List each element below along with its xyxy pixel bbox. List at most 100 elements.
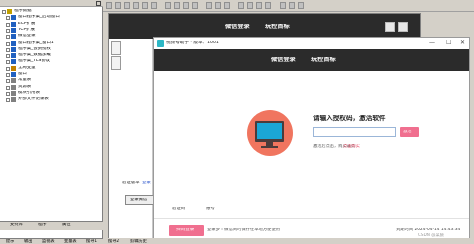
- tree-item[interactable]: 窗口: [6, 72, 100, 78]
- tree-item[interactable]: 资源表: [6, 84, 100, 91]
- tree-item[interactable]: ECP扩展: [6, 21, 100, 28]
- auth-code-input[interactable]: [313, 127, 396, 137]
- expand-icon[interactable]: [6, 79, 10, 84]
- toolbar-button[interactable]: [115, 2, 121, 9]
- toolbar-button[interactable]: [280, 2, 286, 9]
- designer-nav-wechat-login[interactable]: 微信登录: [225, 24, 250, 30]
- tab-support-lib[interactable]: 支持库: [10, 223, 23, 229]
- app-window: 视频号助手 · 版本：1001 — ☐ ✕ 微信登录 玩控首标 请输入授权码，激…: [153, 37, 470, 241]
- toolbar-button[interactable]: [142, 2, 148, 9]
- module-icon: [11, 90, 16, 96]
- tree-item[interactable]: 模块引用表: [6, 90, 100, 97]
- expand-icon[interactable]: [6, 41, 10, 46]
- minimize-icon[interactable]: —: [429, 40, 435, 46]
- tree-item-label: ECP扩展: [18, 21, 36, 26]
- side-tab[interactable]: [111, 41, 121, 55]
- tree-item[interactable]: 窗口程序集_窗口1: [6, 40, 100, 47]
- tree-item[interactable]: 程序集_数据加载: [6, 53, 100, 59]
- expand-icon[interactable]: [6, 91, 10, 96]
- tab-output[interactable]: 输出: [24, 239, 32, 243]
- module-icon: [7, 9, 12, 14]
- login-link[interactable]: 登录: [142, 181, 151, 185]
- tree-item-label: 资源表: [18, 84, 32, 89]
- expand-icon[interactable]: [6, 85, 10, 90]
- login-description: 登录多个微信同时保存在本地方便使用: [207, 228, 281, 232]
- toolbar-button[interactable]: [151, 2, 157, 9]
- tree-item[interactable]: 微信登录: [6, 34, 100, 40]
- tab-watch[interactable]: 监视表: [42, 239, 55, 243]
- expand-icon[interactable]: [6, 47, 10, 52]
- toolbar-button[interactable]: [215, 2, 221, 9]
- module-icon: [11, 84, 16, 90]
- expand-icon[interactable]: [6, 73, 10, 77]
- toolbar-button[interactable]: [133, 2, 139, 9]
- expand-icon[interactable]: [6, 35, 10, 40]
- tree-panel-titlebar: [0, 0, 103, 7]
- expand-icon[interactable]: [6, 28, 10, 33]
- toolbar-button[interactable]: [192, 2, 198, 9]
- tree-item[interactable]: 程序集_TLS协议: [6, 59, 100, 65]
- tree-item[interactable]: 全局变量: [6, 65, 100, 72]
- toolbar-button[interactable]: [174, 2, 180, 9]
- expand-icon[interactable]: [6, 16, 10, 21]
- tree-item-label: 常量表: [18, 78, 32, 83]
- gear-icon[interactable]: [385, 22, 395, 32]
- module-icon: [11, 21, 16, 27]
- activate-button-label: 激活: [403, 130, 412, 134]
- toolbar-button[interactable]: [298, 2, 304, 9]
- monitor-screen: [257, 123, 282, 139]
- module-icon: [11, 53, 16, 59]
- toolbar-button[interactable]: [165, 2, 171, 9]
- toolbar-button[interactable]: [256, 2, 262, 9]
- side-tab[interactable]: [111, 56, 121, 70]
- nav-tab2[interactable]: 玩控首标: [311, 57, 336, 63]
- expand-icon[interactable]: [6, 98, 10, 103]
- app-icon: [157, 40, 164, 47]
- tree-item-label: 程序集_数据加载: [18, 53, 51, 58]
- tab-search1[interactable]: 搜寻1: [86, 239, 97, 243]
- tree-item[interactable]: TCP扩展: [6, 27, 100, 34]
- close-icon[interactable]: [96, 1, 101, 6]
- tree-item-label: 全局变量: [18, 65, 36, 70]
- toolbar-button[interactable]: [289, 2, 295, 9]
- expand-icon[interactable]: [6, 66, 10, 71]
- tree-item[interactable]: 程序集_会员授权: [6, 46, 100, 53]
- login-wechat-button-label: 登录微信: [130, 198, 148, 202]
- designer-nav-tab2[interactable]: 玩控首标: [265, 24, 290, 30]
- toolbar-button[interactable]: [265, 2, 271, 9]
- toolbar-button[interactable]: [206, 2, 212, 9]
- expand-icon[interactable]: [6, 60, 10, 65]
- maximize-icon[interactable]: ☐: [446, 40, 451, 46]
- monitor-base: [261, 146, 278, 148]
- scan-login-button-label: 扫码登录: [176, 228, 195, 232]
- toolbar-button[interactable]: [106, 2, 112, 9]
- toolbar-button[interactable]: [124, 2, 130, 9]
- divider: [154, 218, 469, 219]
- nav-wechat-login[interactable]: 微信登录: [271, 57, 296, 63]
- expand-icon[interactable]: [6, 22, 10, 27]
- expand-icon[interactable]: [2, 10, 6, 14]
- toolbar-button[interactable]: [224, 2, 230, 9]
- tree-item-label: 窗口: [18, 72, 27, 76]
- tab-clip-history[interactable]: 剪辑历史: [130, 239, 147, 243]
- tab-hint[interactable]: 提示: [6, 239, 14, 243]
- toolbar-button[interactable]: [238, 2, 244, 9]
- module-icon: [11, 65, 16, 71]
- module-icon: [11, 15, 16, 21]
- tab-search2[interactable]: 搜寻2: [108, 239, 119, 243]
- tab-vars[interactable]: 变量表: [64, 239, 77, 243]
- tree-item[interactable]: 窗口程序集_启动窗口: [6, 15, 100, 21]
- module-icon: [11, 46, 16, 52]
- module-icon: [11, 72, 16, 77]
- tab-properties[interactable]: 属性: [62, 223, 71, 229]
- toolbar-button[interactable]: [247, 2, 253, 9]
- close-icon[interactable]: ✕: [460, 40, 465, 46]
- tab-program[interactable]: 程序: [38, 223, 47, 229]
- tree-item[interactable]: 外部文件记录表: [6, 97, 100, 103]
- tree-item[interactable]: 常量表: [6, 78, 100, 84]
- buy-link[interactable]: 点击购买: [343, 144, 360, 148]
- expand-icon[interactable]: [6, 54, 10, 59]
- toolbar-button[interactable]: [183, 2, 189, 9]
- lock-icon[interactable]: [398, 22, 408, 32]
- tree-item[interactable]: 程序数据: [2, 9, 100, 15]
